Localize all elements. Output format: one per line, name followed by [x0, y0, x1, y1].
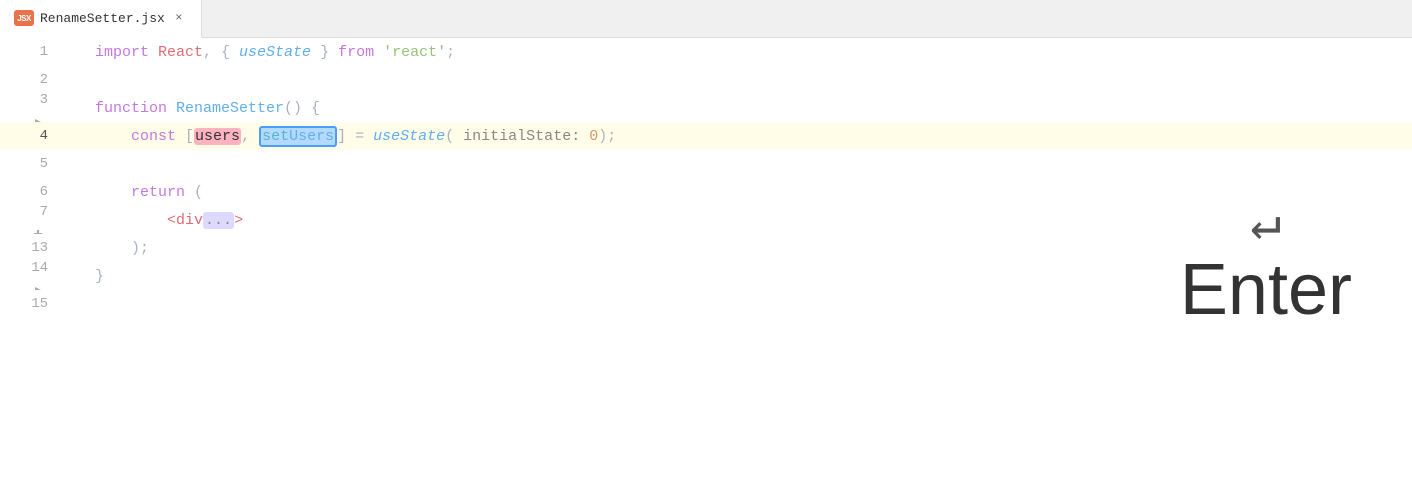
- code-line-4: const [users, setUsers] = useState( init…: [75, 122, 616, 150]
- gutter-5: 5: [0, 150, 75, 178]
- code-line-1: import React, { useState } from 'react';: [75, 38, 455, 66]
- code-line-3: function RenameSetter() {: [75, 94, 320, 122]
- code-line-14: }: [75, 262, 104, 290]
- token-param-val: 0: [589, 128, 598, 145]
- code-line-2: [75, 66, 104, 94]
- line-number-1: 1: [15, 38, 60, 66]
- token-react: React: [158, 44, 203, 61]
- line-2: 2: [0, 66, 1412, 94]
- keyword-const: const: [131, 128, 185, 145]
- token-setusers-highlighted: setUsers: [259, 126, 337, 147]
- line-number-4: 4: [15, 122, 60, 150]
- editor-body: 1 import React, { useState } from 'react…: [0, 38, 1412, 500]
- code-line-13: );: [75, 234, 149, 262]
- token-gt-1: >: [234, 212, 243, 229]
- keyword-function: function: [95, 100, 176, 117]
- gutter-15: 15: [0, 290, 75, 318]
- line-number-15: 15: [15, 290, 60, 318]
- token-comma: , {: [203, 44, 239, 61]
- code-line-15: [75, 290, 104, 318]
- token-indent: [95, 128, 131, 145]
- token-funcname: RenameSetter: [176, 100, 284, 117]
- code-line-7: <div...>: [75, 206, 243, 234]
- indent-7: [95, 212, 167, 229]
- token-paren-close: ): [598, 128, 607, 145]
- line-number-14: 14: [15, 254, 60, 282]
- keyword-return: return: [131, 184, 185, 201]
- line-5: 5: [0, 150, 1412, 178]
- line-number-7: 7: [15, 198, 60, 226]
- enter-arrow-icon: ↵: [1250, 200, 1281, 252]
- token-open-bracket: [: [185, 128, 194, 145]
- indent-13: [95, 240, 131, 257]
- token-react-string: 'react': [383, 44, 446, 61]
- token-close-brace: }: [311, 44, 338, 61]
- token-paren-open: (: [445, 128, 454, 145]
- gutter-4: 4: [0, 122, 75, 150]
- tab-rename-setter[interactable]: JSX RenameSetter.jsx ×: [0, 0, 202, 38]
- token-users-highlighted: users: [194, 128, 241, 145]
- token-semicolon-1: ;: [446, 44, 455, 61]
- gutter-1: 1: [0, 38, 75, 66]
- token-return-paren: (: [185, 184, 203, 201]
- indent-6: [95, 184, 131, 201]
- token-close-bracket: ]: [337, 128, 346, 145]
- code-line-6: return (: [75, 178, 203, 206]
- keyword-from: from: [338, 44, 383, 61]
- token-closing-paren: );: [131, 240, 149, 257]
- token-closing-brace: }: [95, 268, 104, 285]
- token-div: div: [176, 212, 203, 229]
- enter-label: Enter: [1180, 254, 1352, 326]
- token-usestate: useState: [239, 44, 311, 61]
- jsx-icon: JSX: [14, 10, 34, 26]
- keyword-import: import: [95, 44, 158, 61]
- token-usestate2: useState: [373, 128, 445, 145]
- line-4: 4 const [users, setUsers] = useState( in…: [0, 122, 1412, 150]
- code-line-5: [75, 150, 104, 178]
- tab-filename: RenameSetter.jsx: [40, 11, 165, 26]
- token-semicolon-4: ;: [607, 128, 616, 145]
- token-lt-1: <: [167, 212, 176, 229]
- tab-close-button[interactable]: ×: [171, 10, 187, 26]
- line-number-5: 5: [15, 150, 60, 178]
- line-1: 1 import React, { useState } from 'react…: [0, 38, 1412, 66]
- enter-hint: ↵ Enter: [1180, 200, 1352, 326]
- token-dots: ...: [203, 212, 234, 229]
- token-comma-space: ,: [241, 128, 259, 145]
- editor-container: JSX RenameSetter.jsx × 1 import React, {…: [0, 0, 1412, 500]
- token-parens: () {: [284, 100, 320, 117]
- token-param-label: initialState:: [454, 128, 589, 145]
- line-number-3: 3: [15, 86, 60, 114]
- tab-bar: JSX RenameSetter.jsx ×: [0, 0, 1412, 38]
- token-equals: =: [346, 128, 373, 145]
- line-3: 3 function RenameSetter() {: [0, 94, 1412, 122]
